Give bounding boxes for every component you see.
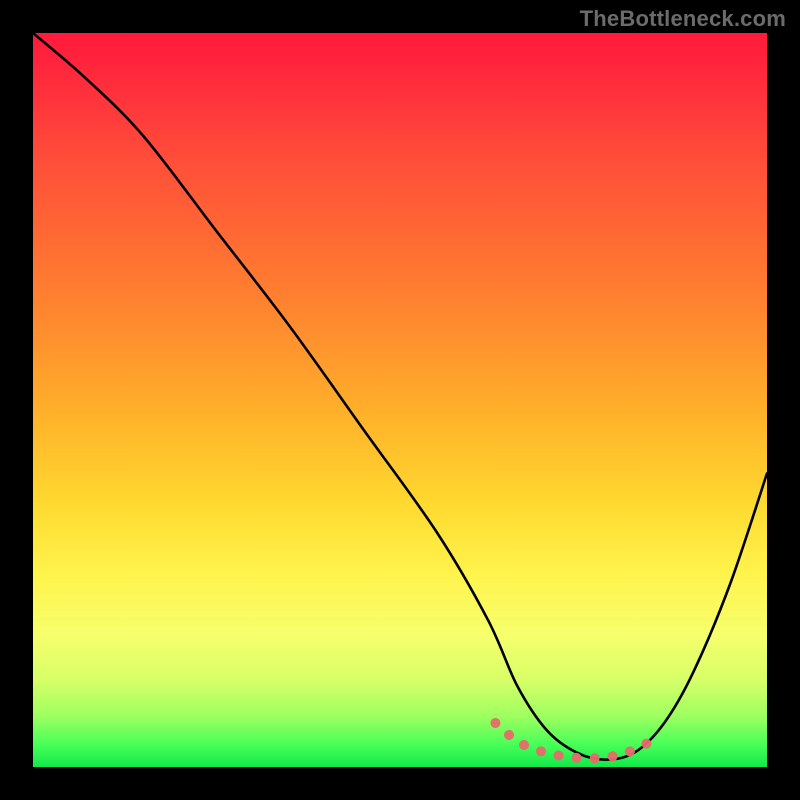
marker-stroke: [495, 723, 649, 758]
chart-svg: [33, 33, 767, 767]
watermark-text: TheBottleneck.com: [580, 6, 786, 32]
plot-outer: [33, 33, 767, 767]
acceptable-range-markers: [495, 723, 649, 758]
chart-frame: TheBottleneck.com: [0, 0, 800, 800]
bottleneck-curve: [33, 33, 767, 760]
